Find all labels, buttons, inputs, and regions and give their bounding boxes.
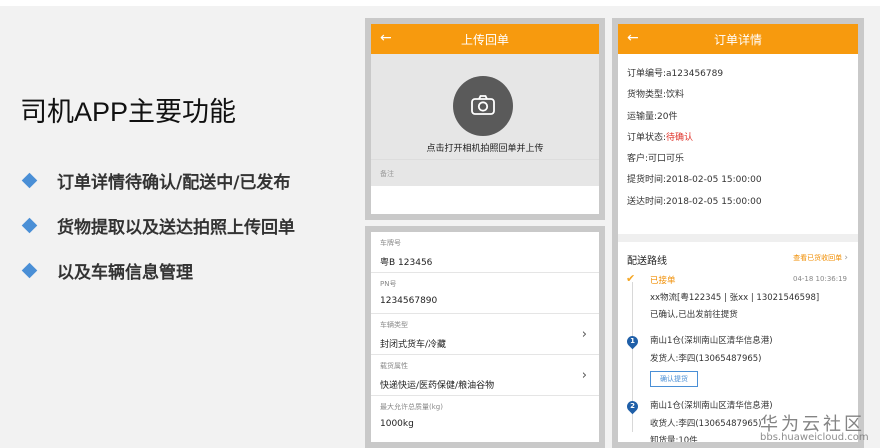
order-number: 订单编号:a123456789 bbox=[627, 69, 724, 79]
stop-2-quantity: 卸货量:10件 bbox=[650, 436, 698, 442]
plate-field[interactable]: 车牌号 粤B 123456 bbox=[371, 232, 599, 273]
confirm-pickup-button[interactable]: 确认提货 bbox=[650, 371, 698, 387]
divider bbox=[371, 159, 599, 160]
feature-item: 订单详情待确认/配送中/已发布 bbox=[21, 158, 295, 203]
remark-field[interactable]: 备注 bbox=[380, 169, 394, 179]
cargo-attribute-field[interactable]: 载货属性 快递快运/医药保健/粮油谷物 › bbox=[371, 355, 599, 396]
upload-app-bar: ← 上传回单 bbox=[371, 24, 599, 54]
upload-phone-frame: ← 上传回单 点击打开相机拍照回单并上传 备注 bbox=[365, 18, 605, 220]
order-screen: ← 订单详情 订单编号:a123456789 货物类型:饮料 运输量:20件 订… bbox=[618, 24, 858, 442]
route-header: 配送路线 查看已货收回单 › bbox=[618, 242, 858, 270]
upload-screen: ← 上传回单 点击打开相机拍照回单并上传 备注 bbox=[371, 24, 599, 214]
field-label: 车牌号 bbox=[380, 239, 401, 247]
diamond-bullet-icon bbox=[21, 172, 38, 189]
carrier-info: xx物流[粤122345 | 张xx | 13021546598] bbox=[650, 293, 820, 303]
field-label: 最大允许总质量(kg) bbox=[380, 403, 443, 411]
back-arrow-icon[interactable]: ← bbox=[380, 30, 392, 46]
camera-button[interactable] bbox=[453, 76, 513, 136]
feature-list: 订单详情待确认/配送中/已发布 货物提取以及送达拍照上传回单 以及车辆信息管理 bbox=[21, 158, 295, 293]
feature-text: 货物提取以及送达拍照上传回单 bbox=[57, 218, 295, 238]
field-label: PN号 bbox=[380, 280, 397, 288]
chevron-right-icon[interactable]: › bbox=[582, 368, 587, 383]
accepted-time: 04-18 10:36:19 bbox=[792, 275, 847, 283]
feature-item: 以及车辆信息管理 bbox=[21, 248, 295, 293]
stop-1-number: 1 bbox=[630, 337, 635, 345]
diamond-bullet-icon bbox=[21, 262, 38, 279]
carrier-status: 已确认,已出发前往提货 bbox=[650, 310, 738, 320]
feature-text: 以及车辆信息管理 bbox=[57, 263, 193, 283]
stop-1-person: 发货人:李四(13065487965) bbox=[650, 354, 762, 364]
watermark-url: bbs.huaweicloud.com bbox=[760, 432, 869, 443]
chevron-right-icon: › bbox=[844, 253, 848, 263]
order-detail-list: 订单编号:a123456789 货物类型:饮料 运输量:20件 订单状态:待确认… bbox=[618, 54, 858, 234]
feature-item: 货物提取以及送达拍照上传回单 bbox=[21, 203, 295, 248]
field-value: 1234567890 bbox=[380, 296, 438, 306]
accepted-label: 已接单 bbox=[650, 276, 676, 286]
upload-title: 上传回单 bbox=[460, 32, 509, 47]
check-icon: ✔ bbox=[626, 272, 636, 285]
camera-icon bbox=[471, 95, 495, 115]
section-gap bbox=[618, 234, 858, 242]
max-weight-field[interactable]: 最大允许总质量(kg) 1000kg bbox=[371, 396, 599, 437]
stop-2-place: 南山1仓(深圳南山区清华信息港) bbox=[650, 401, 773, 411]
cargo-type: 货物类型:饮料 bbox=[627, 90, 685, 101]
pickup-time: 提货时间:2018-02-05 15:00:00 bbox=[627, 175, 762, 186]
stop-1-place: 南山1仓(深圳南山区清华信息港) bbox=[650, 336, 773, 346]
order-title: 订单详情 bbox=[713, 32, 762, 47]
customer: 客户:可口可乐 bbox=[627, 154, 685, 165]
order-app-bar: ← 订单详情 bbox=[618, 24, 858, 54]
top-strip bbox=[0, 0, 880, 6]
stop-2-number: 2 bbox=[630, 402, 635, 410]
chevron-right-icon[interactable]: › bbox=[582, 327, 587, 342]
diamond-bullet-icon bbox=[21, 217, 38, 234]
field-value: 1000kg bbox=[380, 419, 414, 429]
view-receipt-link[interactable]: 查看已货收回单 › bbox=[793, 253, 848, 263]
delivery-time: 送达时间:2018-02-05 15:00:00 bbox=[627, 196, 762, 207]
field-value: 粤B 123456 bbox=[380, 258, 433, 268]
intro-title: 司机APP主要功能 bbox=[20, 97, 237, 127]
back-arrow-icon[interactable]: ← bbox=[627, 30, 639, 46]
field-value: 快递快运/医药保健/粮油谷物 bbox=[380, 381, 495, 391]
field-value: 封闭式货车/冷藏 bbox=[380, 340, 447, 350]
camera-area[interactable]: 点击打开相机拍照回单并上传 bbox=[371, 54, 599, 186]
status-badge: 待确认 bbox=[666, 132, 694, 143]
feature-text: 订单详情待确认/配送中/已发布 bbox=[57, 173, 291, 193]
field-label: 载货属性 bbox=[380, 362, 408, 370]
pn-field[interactable]: PN号 1234567890 bbox=[371, 273, 599, 314]
stop-1-pin-icon: 1 bbox=[624, 333, 641, 350]
route-title: 配送路线 bbox=[627, 256, 667, 267]
vehicle-screen: 车牌号 粤B 123456 PN号 1234567890 车辆类型 封闭式货车/… bbox=[371, 232, 599, 442]
stop-2-pin-icon: 2 bbox=[624, 398, 641, 415]
quantity: 运输量:20件 bbox=[627, 111, 678, 122]
order-status: 订单状态:待确认 bbox=[627, 128, 849, 149]
view-receipt-label: 查看已货收回单 bbox=[793, 254, 843, 262]
status-label: 订单状态: bbox=[627, 132, 667, 143]
vehicle-type-field[interactable]: 车辆类型 封闭式货车/冷藏 › bbox=[371, 314, 599, 355]
camera-hint: 点击打开相机拍照回单并上传 bbox=[426, 144, 544, 154]
stop-2-person: 收货人:李四(13065487965) bbox=[650, 419, 762, 429]
order-phone-frame: ← 订单详情 订单编号:a123456789 货物类型:饮料 运输量:20件 订… bbox=[612, 18, 864, 448]
vehicle-phone-frame: 车牌号 粤B 123456 PN号 1234567890 车辆类型 封闭式货车/… bbox=[365, 226, 605, 448]
field-label: 车辆类型 bbox=[380, 321, 408, 329]
